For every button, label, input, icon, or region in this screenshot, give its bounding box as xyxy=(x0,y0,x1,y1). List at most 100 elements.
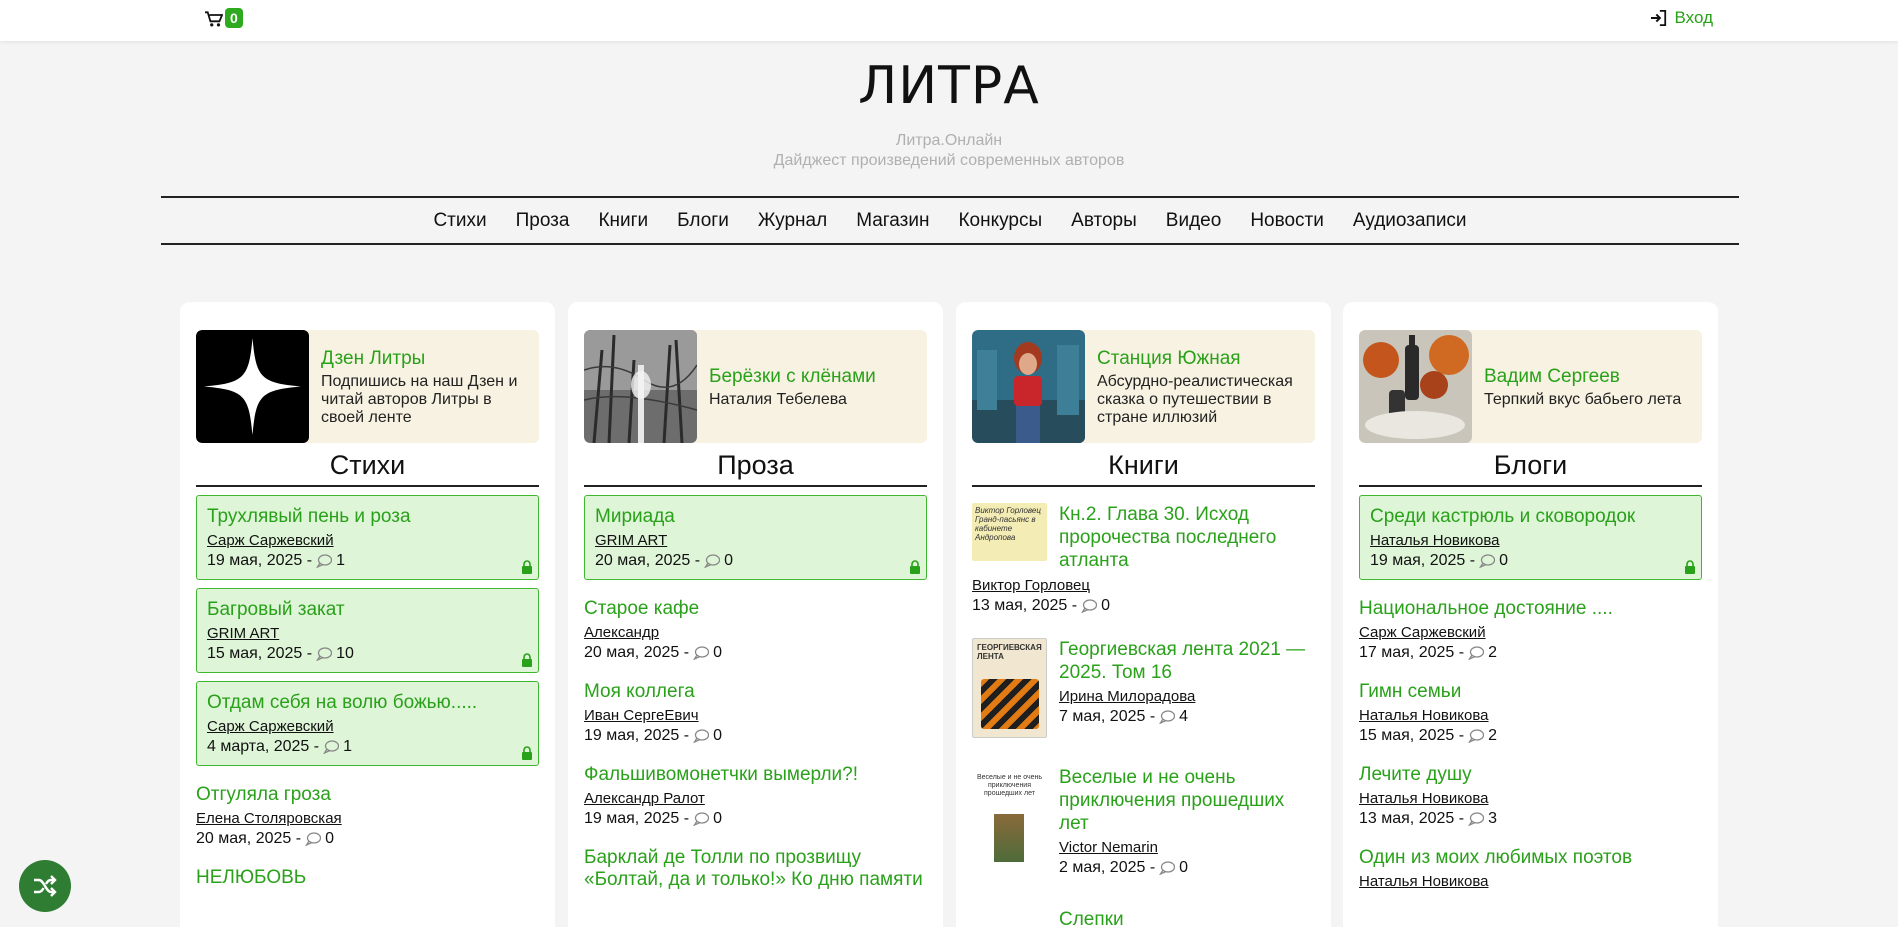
item-title[interactable]: Один из моих любимых поэтов xyxy=(1359,847,1702,869)
feature-title: Станция Южная xyxy=(1097,347,1241,369)
nav-item-books[interactable]: Книги xyxy=(598,210,648,232)
item-author[interactable]: GRIM ART xyxy=(595,531,916,551)
book-item[interactable]: Слепки xyxy=(972,908,1315,927)
feature-desc: Наталия Тебелева xyxy=(709,390,847,408)
item-title[interactable]: Отгуляла гроза xyxy=(196,784,539,806)
section-title[interactable]: Блоги xyxy=(1359,445,1702,487)
item-title[interactable]: Георгиевская лента 2021 — 2025. Том 16 xyxy=(1059,638,1315,684)
item-author[interactable]: Наталья Новикова xyxy=(1370,531,1691,551)
site-tagline: Литра.Онлайн xyxy=(895,132,1003,149)
item-author[interactable]: Александр xyxy=(584,623,927,643)
list-item[interactable]: Национальное достояние .... Сарж Саржевс… xyxy=(1359,588,1702,663)
book-item[interactable]: Виктор Горловец Гранд-пасьянс в кабинете… xyxy=(972,503,1315,572)
list-item[interactable]: Фальшивомонетчки вымерли?! Александр Рал… xyxy=(584,754,927,829)
comment-icon xyxy=(693,729,710,743)
item-title[interactable]: Лечите душу xyxy=(1359,764,1702,786)
item-author[interactable]: Сарж Саржевский xyxy=(1359,623,1702,643)
feature-card[interactable]: Вадим Сергеев Терпкий вкус бабьего лета xyxy=(1359,330,1702,443)
nav-item-blogs[interactable]: Блоги xyxy=(677,210,729,232)
list-item[interactable]: Старое кафе Александр 20 мая, 2025 -0 xyxy=(584,588,927,663)
item-title[interactable]: НЕЛЮБОВЬ xyxy=(196,867,539,889)
lock-icon xyxy=(522,653,532,667)
item-author[interactable]: Иван СергеЕвич xyxy=(584,706,927,726)
item-title[interactable]: Трухлявый пень и роза xyxy=(207,506,528,528)
list-item[interactable]: Трухлявый пень и роза Сарж Саржевский 19… xyxy=(196,495,539,580)
comment-icon xyxy=(704,554,721,568)
item-author[interactable]: Сарж Саржевский xyxy=(207,531,528,551)
comment-icon xyxy=(1468,812,1485,826)
item-author[interactable]: Сарж Саржевский xyxy=(207,717,528,737)
nav-item-shop[interactable]: Магазин xyxy=(856,210,929,232)
list-item[interactable]: Отгуляла гроза Елена Столяровская 20 мая… xyxy=(196,774,539,849)
item-author[interactable]: Наталья Новикова xyxy=(1359,789,1702,809)
nav-item-news[interactable]: Новости xyxy=(1250,210,1324,232)
nav-item-video[interactable]: Видео xyxy=(1166,210,1222,232)
item-title[interactable]: Среди кастрюль и сковородок xyxy=(1370,506,1691,528)
list-item[interactable]: Гимн семьи Наталья Новикова 15 мая, 2025… xyxy=(1359,671,1702,746)
book-item[interactable]: Веселые и не очень приключения прошедших… xyxy=(972,766,1315,878)
cart-button[interactable]: 0 xyxy=(205,8,243,30)
login-link[interactable]: Вход xyxy=(1650,8,1713,28)
item-author[interactable]: Наталья Новикова xyxy=(1359,872,1702,892)
nav-item-authors[interactable]: Авторы xyxy=(1071,210,1137,232)
item-title[interactable]: Слепки xyxy=(1059,908,1124,927)
list-item[interactable]: Барклай де Толли по прозвищу «Болтай, да… xyxy=(584,837,927,891)
list-item[interactable]: НЕЛЮБОВЬ xyxy=(196,857,539,889)
feature-card[interactable]: Станция Южная Абсурдно-реалистическая ск… xyxy=(972,330,1315,443)
item-meta: 13 мая, 2025 -0 xyxy=(972,597,1110,614)
site-logo[interactable]: ЛИТРА xyxy=(0,56,1898,116)
section-title[interactable]: Стихи xyxy=(196,445,539,487)
item-author[interactable]: Виктор Горловец xyxy=(972,576,1315,596)
list-item[interactable]: Багровый закат GRIM ART 15 мая, 2025 -10 xyxy=(196,588,539,673)
item-author[interactable]: Ирина Милорадова xyxy=(1059,687,1315,707)
comment-icon xyxy=(1159,710,1176,724)
item-author[interactable]: GRIM ART xyxy=(207,624,528,644)
section-title[interactable]: Проза xyxy=(584,445,927,487)
section-title[interactable]: Книги xyxy=(972,445,1315,487)
item-title[interactable]: Отдам себя на волю божью..... xyxy=(207,692,528,714)
feature-card[interactable]: Дзен Литры Подпишись на наш Дзен и читай… xyxy=(196,330,539,443)
item-title[interactable]: Гимн семьи xyxy=(1359,681,1702,703)
nav-item-contests[interactable]: Конкурсы xyxy=(958,210,1042,232)
list-item[interactable]: Среди кастрюль и сковородок Наталья Нови… xyxy=(1359,495,1702,580)
book-cover[interactable]: Веселые и не очень приключения прошедших… xyxy=(972,766,1047,866)
nav-item-poems[interactable]: Стихи xyxy=(433,210,486,232)
comment-icon xyxy=(1468,646,1485,660)
item-title[interactable]: Барклай де Толли по прозвищу «Болтай, да… xyxy=(584,847,927,891)
item-title[interactable]: Мириада xyxy=(595,506,916,528)
book-cover[interactable]: ГЕОРГИЕВСКАЯ ЛЕНТА xyxy=(972,638,1047,738)
nav-item-audio[interactable]: Аудиозаписи xyxy=(1353,210,1467,232)
item-title[interactable]: Национальное достояние .... xyxy=(1359,598,1702,620)
prose-column: Берёзки с клёнами Наталия Тебелева Проза… xyxy=(568,302,943,927)
comment-icon xyxy=(305,832,322,846)
item-title[interactable]: Старое кафе xyxy=(584,598,927,620)
book-cover[interactable]: Виктор Горловец Гранд-пасьянс в кабинете… xyxy=(972,503,1047,561)
item-title[interactable]: Кн.2. Глава 30. Исход пророчества послед… xyxy=(1059,503,1315,572)
lock-icon xyxy=(522,560,532,574)
list-item[interactable]: Моя коллега Иван СергеЕвич 19 мая, 2025 … xyxy=(584,671,927,746)
login-icon xyxy=(1650,10,1666,26)
item-author[interactable]: Елена Столяровская xyxy=(196,809,539,829)
item-meta: 19 мая, 2025 -0 xyxy=(1370,552,1508,569)
item-author[interactable]: Александр Ралот xyxy=(584,789,927,809)
random-button[interactable] xyxy=(19,860,71,912)
item-title[interactable]: Фальшивомонетчки вымерли?! xyxy=(584,764,927,786)
cart-icon xyxy=(205,10,223,27)
item-author[interactable]: Наталья Новикова xyxy=(1359,706,1702,726)
book-item[interactable]: ГЕОРГИЕВСКАЯ ЛЕНТА Георгиевская лента 20… xyxy=(972,638,1315,738)
nav-item-journal[interactable]: Журнал xyxy=(758,210,827,232)
item-title[interactable]: Веселые и не очень приключения прошедших… xyxy=(1059,766,1315,835)
list-item[interactable]: Один из моих любимых поэтов Наталья Нови… xyxy=(1359,837,1702,892)
list-item[interactable]: Отдам себя на волю божью..... Сарж Сарже… xyxy=(196,681,539,766)
list-item[interactable]: Мириада GRIM ART 20 мая, 2025 -0 xyxy=(584,495,927,580)
item-meta: 15 мая, 2025 -2 xyxy=(1359,727,1497,744)
item-title[interactable]: Багровый закат xyxy=(207,599,528,621)
feature-image xyxy=(1359,330,1472,443)
list-item[interactable]: Лечите душу Наталья Новикова 13 мая, 202… xyxy=(1359,754,1702,829)
book-cover[interactable] xyxy=(972,908,1047,927)
nav-item-prose[interactable]: Проза xyxy=(516,210,570,232)
item-author[interactable]: Victor Nemarin xyxy=(1059,838,1315,858)
feature-card[interactable]: Берёзки с клёнами Наталия Тебелева xyxy=(584,330,927,443)
item-title[interactable]: Моя коллега xyxy=(584,681,927,703)
feature-desc: Терпкий вкус бабьего лета xyxy=(1484,390,1682,408)
